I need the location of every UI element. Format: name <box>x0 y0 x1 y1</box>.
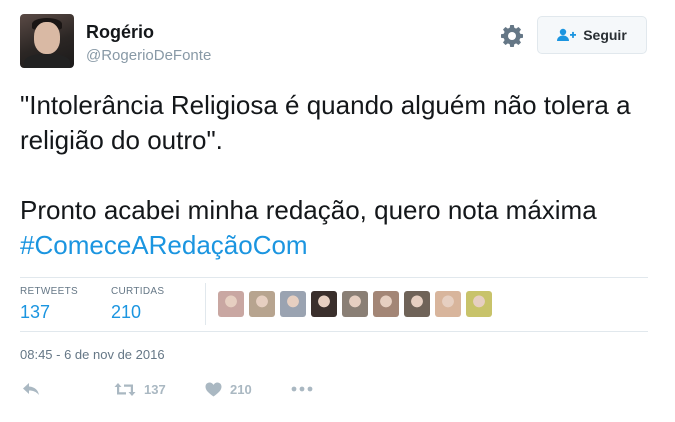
user-name[interactable]: Rogério <box>86 22 154 43</box>
reply-icon <box>23 383 39 395</box>
divider <box>20 331 648 332</box>
like-count: 210 <box>230 382 252 397</box>
avatar-shoulders <box>24 54 70 68</box>
liker-avatar[interactable] <box>373 291 399 317</box>
retweet-count: 137 <box>144 382 166 397</box>
tweet-text: "Intolerância Religiosa é quando alguém … <box>20 88 650 263</box>
retweet-icon <box>114 383 136 396</box>
likers-avatars <box>205 283 492 325</box>
liker-avatar[interactable] <box>342 291 368 317</box>
timestamp[interactable]: 08:45 - 6 de nov de 2016 <box>20 347 165 362</box>
user-handle[interactable]: @RogerioDeFonte <box>86 47 211 64</box>
reply-button[interactable] <box>22 382 40 396</box>
tweet-paragraph-text: Pronto acabei minha redação, quero nota … <box>20 195 597 225</box>
liker-avatar[interactable] <box>249 291 275 317</box>
avatar[interactable] <box>20 14 74 68</box>
liker-avatar[interactable] <box>404 291 430 317</box>
tweet-paragraph: "Intolerância Religiosa é quando alguém … <box>20 90 631 155</box>
hashtag-link[interactable]: #ComeceARedaçãoCom <box>20 230 308 260</box>
heart-icon <box>205 382 222 397</box>
retweet-button[interactable]: 137 <box>114 382 166 397</box>
more-button[interactable] <box>291 386 313 392</box>
liker-avatar[interactable] <box>218 291 244 317</box>
liker-avatar[interactable] <box>466 291 492 317</box>
follow-button[interactable]: Seguir <box>537 16 647 54</box>
tweet-paragraph: Pronto acabei minha redação, quero nota … <box>20 193 650 263</box>
liker-avatar[interactable] <box>435 291 461 317</box>
likes-label: CURTIDAS <box>111 286 165 297</box>
follow-button-label: Seguir <box>583 27 627 43</box>
avatar-face <box>34 22 60 54</box>
gear-icon[interactable] <box>500 24 524 48</box>
add-user-icon <box>557 28 577 41</box>
more-icon <box>291 386 313 392</box>
liker-avatar[interactable] <box>311 291 337 317</box>
like-button[interactable]: 210 <box>205 382 252 397</box>
likes-count[interactable]: 210 <box>111 302 141 323</box>
liker-avatar[interactable] <box>280 291 306 317</box>
divider <box>20 277 648 278</box>
retweets-count[interactable]: 137 <box>20 302 50 323</box>
retweets-label: RETWEETS <box>20 286 78 297</box>
